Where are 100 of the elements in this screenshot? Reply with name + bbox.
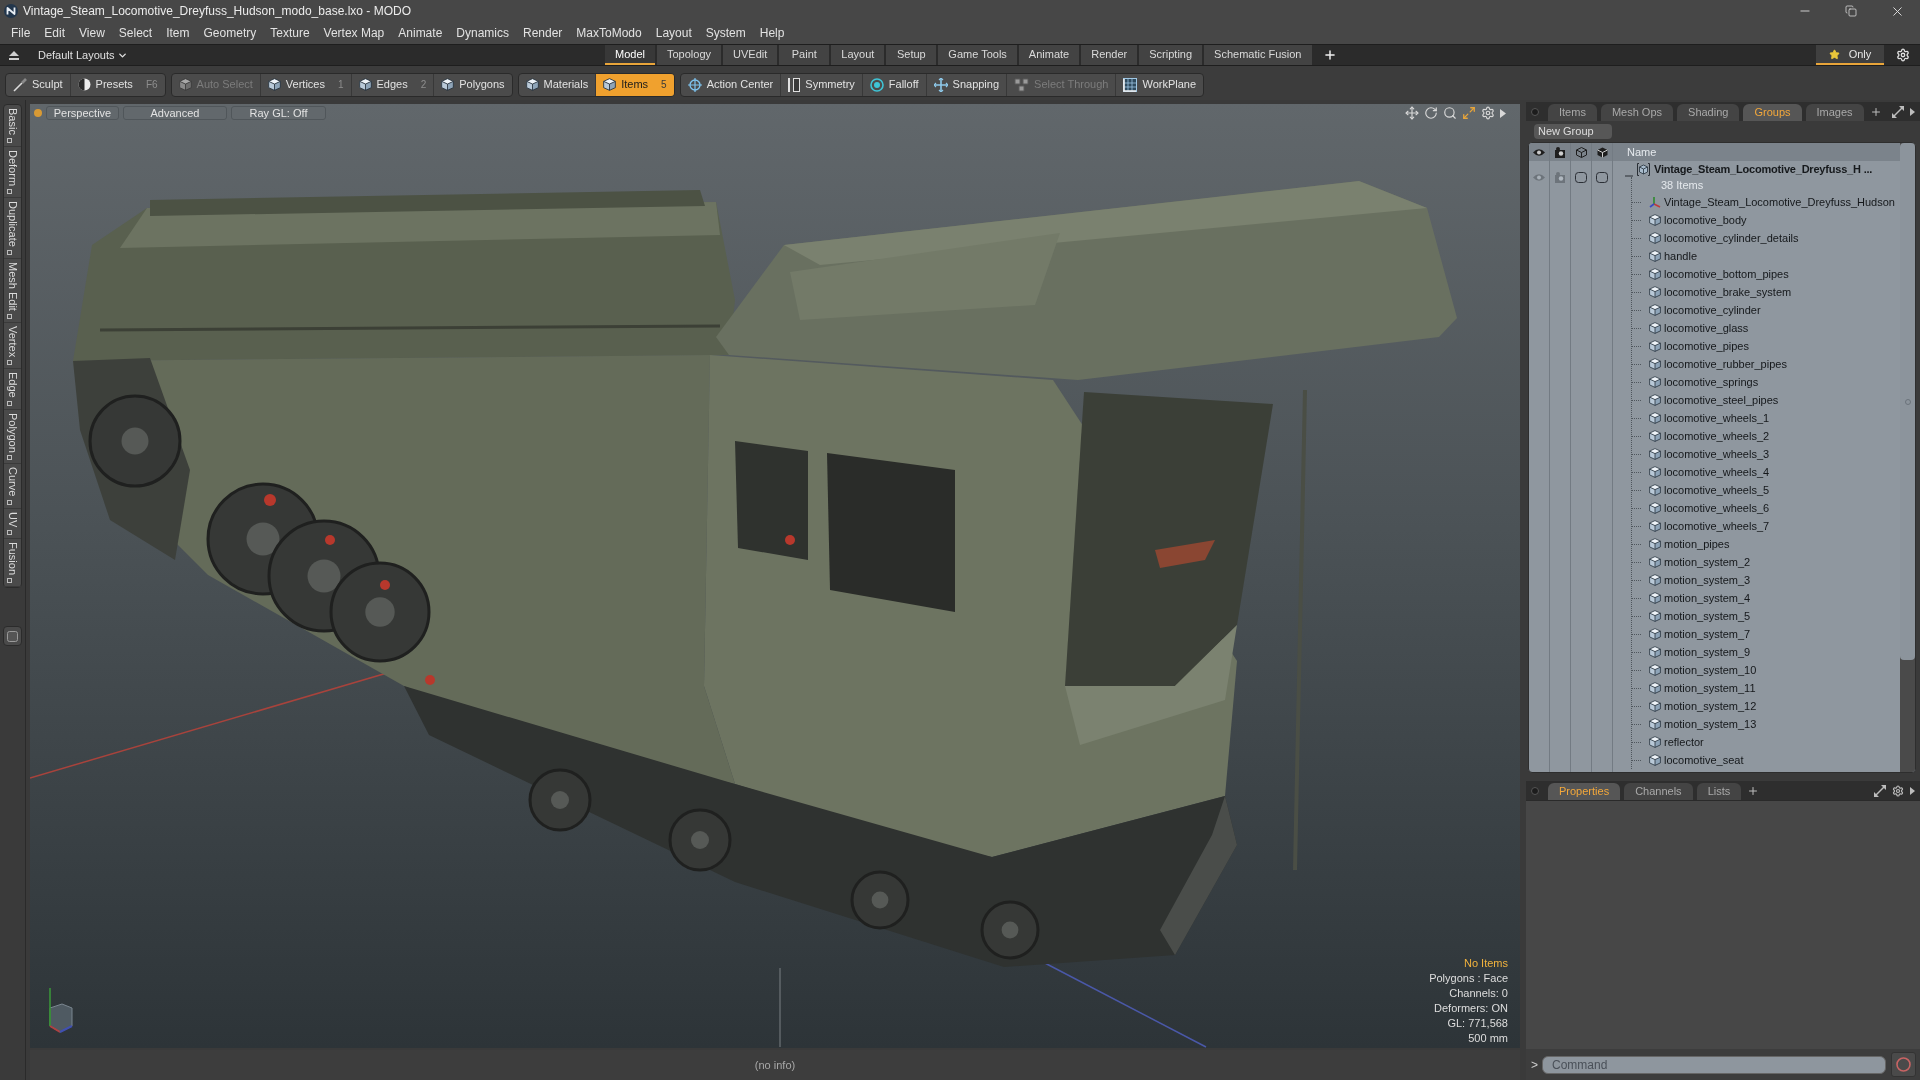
triangle-right-icon[interactable]: [1910, 108, 1915, 116]
menu-item[interactable]: Vertex Map: [316, 24, 392, 42]
rounded-square-icon[interactable]: [1596, 171, 1608, 183]
panel-tab[interactable]: Mesh Ops: [1600, 104, 1674, 121]
fit-icon[interactable]: [1462, 106, 1476, 120]
layout-tab[interactable]: Scripting: [1139, 45, 1203, 65]
column-header[interactable]: [1529, 143, 1549, 161]
side-tab[interactable]: Deform: [4, 146, 21, 198]
add-tab-button[interactable]: [1747, 785, 1760, 797]
scrollbar-thumb[interactable]: [1900, 143, 1915, 660]
tree-item[interactable]: motion_system_2: [1649, 553, 1751, 571]
viewport-menu-button[interactable]: Perspective: [46, 106, 119, 120]
panel-tab[interactable]: Lists: [1696, 783, 1742, 800]
column-header[interactable]: [1550, 143, 1570, 161]
menu-item[interactable]: Edit: [37, 24, 73, 42]
expand-icon[interactable]: [1874, 785, 1886, 797]
command-action-button[interactable]: [1891, 1052, 1916, 1077]
side-tab[interactable]: Edge: [4, 368, 21, 410]
toolbar-button[interactable]: Snapping: [925, 73, 1007, 96]
tree-item[interactable]: locomotive_seat: [1649, 751, 1744, 769]
menu-item[interactable]: System: [698, 24, 753, 42]
tree-item[interactable]: locomotive_wheels_5: [1649, 481, 1770, 499]
tree-item[interactable]: Vintage_Steam_Locomotive_Dreyfuss_Hudson: [1649, 193, 1895, 211]
tree-item[interactable]: locomotive_cylinder: [1649, 301, 1761, 319]
panel-tab[interactable]: Channels: [1624, 783, 1693, 800]
menu-item[interactable]: MaxToModo: [569, 24, 649, 42]
tree-item[interactable]: motion_system_4: [1649, 589, 1751, 607]
viewport-menu-button[interactable]: Ray GL: Off: [231, 106, 326, 120]
rounded-square-icon[interactable]: [1575, 171, 1587, 183]
menu-item[interactable]: Dynamics: [449, 24, 516, 42]
column-header[interactable]: [1592, 143, 1612, 161]
layout-tab[interactable]: Layout: [831, 45, 885, 65]
tree-item[interactable]: locomotive_body: [1649, 211, 1747, 229]
menu-item[interactable]: Help: [752, 24, 792, 42]
toolbar-button[interactable]: Presets F6: [69, 73, 165, 96]
layout-tab[interactable]: Paint: [779, 45, 830, 65]
add-tab-button[interactable]: [1869, 106, 1882, 118]
toolbar-button[interactable]: Falloff: [861, 73, 926, 96]
only-toggle[interactable]: Only: [1816, 45, 1884, 65]
rotate-icon[interactable]: [1424, 106, 1438, 120]
menu-item[interactable]: Item: [159, 24, 197, 42]
viewport-panel[interactable]: Perspective Advanced Ray GL: Off No Items Polygons : Face Channels: 0 Deformers: ON GL: 771,568 500 mm: [30, 104, 1520, 1048]
menu-item[interactable]: View: [72, 24, 112, 42]
expand-icon[interactable]: [1892, 106, 1904, 118]
layout-tab[interactable]: Schematic Fusion: [1204, 45, 1312, 65]
tree-item[interactable]: motion_system_5: [1649, 607, 1751, 625]
toolbar-button[interactable]: Sculpt: [6, 73, 70, 96]
tree-item[interactable]: locomotive_wheels_7: [1649, 517, 1770, 535]
tree-item[interactable]: locomotive_glass: [1649, 319, 1749, 337]
tree-item[interactable]: motion_system_11: [1649, 679, 1756, 697]
tree-item[interactable]: locomotive_springs: [1649, 373, 1759, 391]
tree-item[interactable]: motion_system_3: [1649, 571, 1751, 589]
side-tab[interactable]: Polygon: [4, 409, 21, 465]
toolbar-button[interactable]: Materials: [518, 73, 596, 96]
side-tab[interactable]: UV: [4, 508, 21, 540]
panel-tab[interactable]: Properties: [1548, 783, 1621, 800]
menu-item[interactable]: Select: [111, 24, 160, 42]
group-name[interactable]: Vintage_Steam_Locomotive_Dreyfuss_H ...: [1654, 161, 1873, 178]
toolbar-button[interactable]: Items 5: [595, 73, 674, 96]
tree-item[interactable]: locomotive_cylinder_details: [1649, 229, 1799, 247]
tree-item[interactable]: locomotive_rubber_pipes: [1649, 355, 1787, 373]
side-tab[interactable]: Vertex: [4, 322, 21, 369]
menu-item[interactable]: Layout: [648, 24, 699, 42]
layout-tab[interactable]: Game Tools: [938, 45, 1017, 65]
viewport-menu-button[interactable]: Advanced: [123, 106, 227, 120]
toolbar-button[interactable]: Action Center: [680, 73, 781, 96]
panel-tab[interactable]: Shading: [1677, 104, 1740, 121]
menu-item[interactable]: Render: [516, 24, 570, 42]
panel-tab[interactable]: Items: [1548, 104, 1597, 121]
side-tab[interactable]: Basic: [4, 105, 21, 147]
layout-tab[interactable]: Render: [1081, 45, 1138, 65]
toolbar-button[interactable]: WorkPlane: [1115, 73, 1204, 96]
side-tab[interactable]: Fusion: [4, 539, 21, 588]
toolbar-button[interactable]: Symmetry: [780, 73, 862, 96]
menu-item[interactable]: Animate: [391, 24, 450, 42]
command-field[interactable]: Command: [1542, 1055, 1886, 1074]
panel-tab[interactable]: Groups: [1743, 104, 1802, 121]
toolbar-button[interactable]: Vertices 1: [259, 73, 351, 96]
move-icon[interactable]: [1405, 106, 1419, 120]
tree-item[interactable]: locomotive_brake_system: [1649, 283, 1792, 301]
layout-tab[interactable]: Topology: [657, 45, 722, 65]
tree-item[interactable]: locomotive_wheels_2: [1649, 427, 1770, 445]
side-panel-button[interactable]: [3, 626, 22, 647]
menu-item[interactable]: Geometry: [196, 24, 264, 42]
layout-tab[interactable]: Setup: [886, 45, 937, 65]
tree-item[interactable]: handle: [1649, 247, 1698, 265]
collapse-button[interactable]: [7, 48, 21, 62]
tree-item[interactable]: locomotive_pipes: [1649, 337, 1749, 355]
tree-item[interactable]: motion_system_7: [1649, 625, 1751, 643]
tree-item[interactable]: motion_system_13: [1649, 715, 1757, 733]
menu-item[interactable]: Texture: [263, 24, 317, 42]
side-tab[interactable]: Mesh Edit: [4, 258, 21, 323]
settings-icon[interactable]: [1481, 106, 1495, 120]
tree-item[interactable]: locomotive_bottom_pipes: [1649, 265, 1789, 283]
layout-dropdown[interactable]: Default Layouts: [38, 46, 129, 64]
triangle-right-icon[interactable]: [1500, 108, 1506, 118]
tree-item[interactable]: locomotive_wheels_3: [1649, 445, 1770, 463]
scrollbar[interactable]: [1900, 143, 1915, 772]
layout-tab[interactable]: Animate: [1018, 45, 1080, 65]
panel-tab[interactable]: Images: [1805, 104, 1864, 121]
